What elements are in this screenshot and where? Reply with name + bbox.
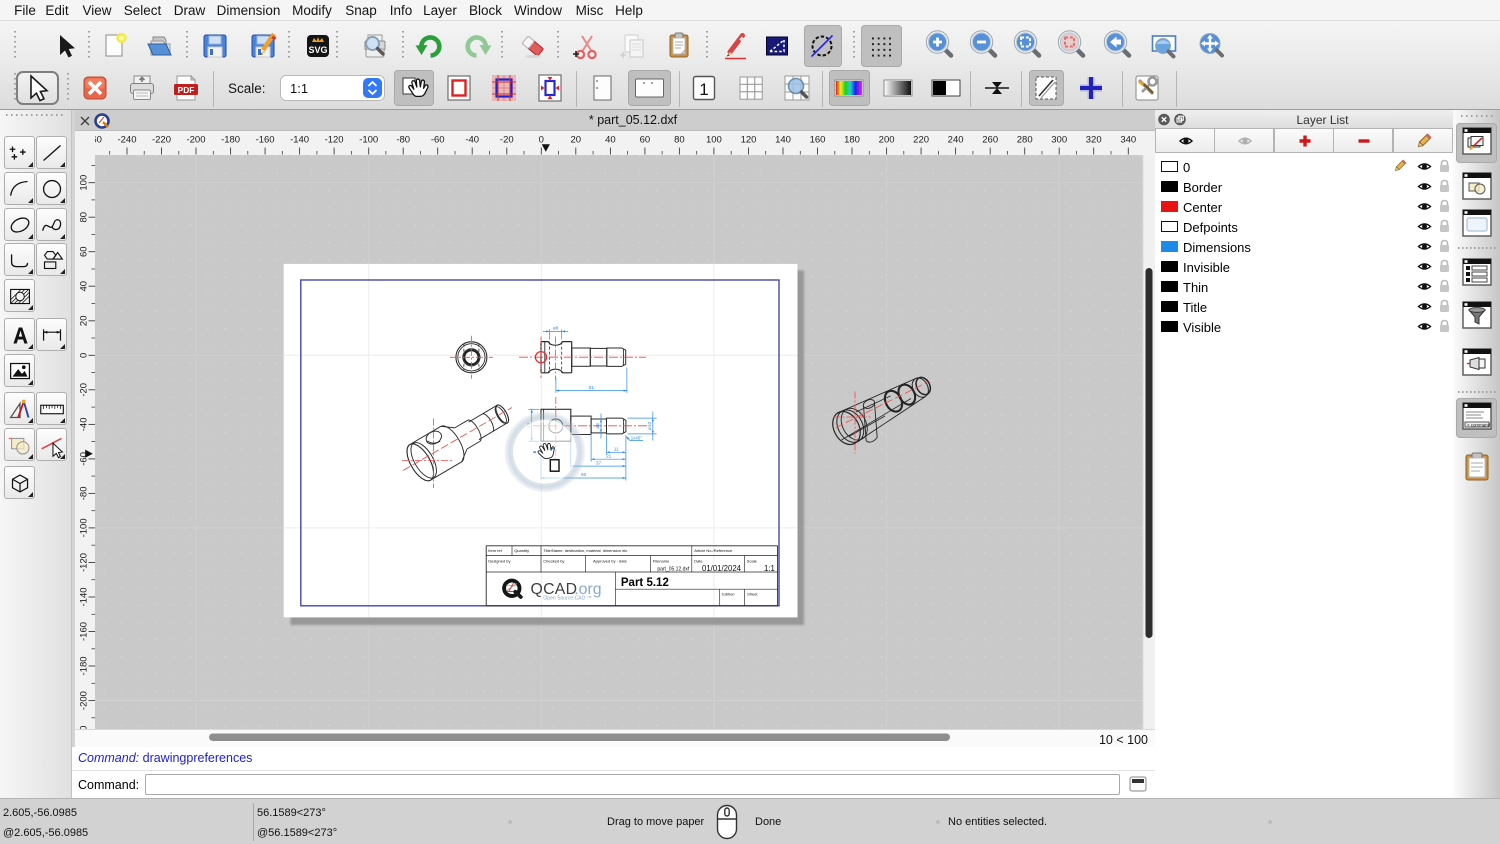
svg-text:-180: -180: [221, 135, 240, 146]
svg-text:1: 1: [699, 80, 708, 99]
svg-text:Scale: Scale: [747, 558, 758, 563]
svg-text:60: 60: [640, 135, 651, 146]
svg-text:Sheet: Sheet: [747, 592, 758, 597]
svg-text:SVG: SVG: [308, 45, 327, 55]
svg-text:Date: Date: [694, 558, 703, 563]
svg-text:ø8: ø8: [553, 325, 559, 331]
svg-text:-100: -100: [359, 135, 378, 146]
svg-text:Quantity: Quantity: [514, 548, 529, 553]
svg-text:Item ref: Item ref: [488, 548, 502, 553]
svg-text:50: 50: [581, 472, 587, 477]
svg-text:-140: -140: [79, 587, 90, 606]
svg-text:-220: -220: [152, 135, 171, 146]
svg-text:Edition: Edition: [722, 592, 734, 597]
svg-text:20: 20: [571, 135, 582, 146]
svg-text:21: 21: [606, 453, 612, 458]
svg-text:20: 20: [79, 316, 90, 327]
svg-text:160: 160: [810, 135, 826, 146]
svg-text:ø9: ø9: [595, 423, 601, 429]
svg-text:260: 260: [982, 135, 998, 146]
svg-text:0: 0: [79, 353, 90, 358]
svg-text:10 < 100: 10 < 100: [1099, 733, 1148, 747]
svg-text:Part 5.12: Part 5.12: [621, 577, 669, 589]
svg-text:-100: -100: [79, 518, 90, 537]
svg-text:60: 60: [79, 246, 90, 257]
svg-text:240: 240: [948, 135, 964, 146]
svg-text:-160: -160: [79, 622, 90, 641]
svg-text:Article No./Reference: Article No./Reference: [694, 548, 733, 553]
svg-text:-20: -20: [79, 383, 90, 397]
svg-text:PDF: PDF: [178, 85, 195, 95]
svg-text:180: 180: [844, 135, 860, 146]
svg-text:-80: -80: [396, 135, 410, 146]
svg-text:-120: -120: [79, 553, 90, 572]
svg-text:320: 320: [1086, 135, 1102, 146]
svg-text:220: 220: [913, 135, 929, 146]
svg-text:37: 37: [596, 460, 602, 465]
svg-text:1x45°: 1x45°: [631, 436, 643, 441]
svg-text:1:1: 1:1: [764, 564, 775, 573]
svg-text:-200: -200: [79, 691, 90, 710]
svg-text:340: 340: [1120, 135, 1136, 146]
svg-text:40: 40: [79, 281, 90, 292]
svg-text:300: 300: [1051, 135, 1067, 146]
svg-text:Open Source CAD ™: Open Source CAD ™: [543, 596, 592, 602]
svg-text:100: 100: [706, 135, 722, 146]
svg-text:200: 200: [879, 135, 895, 146]
svg-text:ø10: ø10: [647, 422, 653, 431]
svg-text:Designed by: Designed by: [488, 558, 510, 563]
svg-text:> command: > command: [1467, 422, 1491, 427]
svg-text:-40: -40: [465, 135, 479, 146]
svg-text:-180: -180: [79, 656, 90, 675]
svg-text:100: 100: [79, 175, 90, 191]
svg-text:11: 11: [614, 446, 619, 451]
svg-text:01/01/2024: 01/01/2024: [702, 564, 742, 573]
svg-text:-40: -40: [79, 418, 90, 432]
svg-text:-160: -160: [256, 135, 275, 146]
svg-text:-120: -120: [325, 135, 344, 146]
svg-text:Title/Name, destination, mater: Title/Name, destination, material, dimen…: [543, 548, 627, 553]
svg-text:-140: -140: [290, 135, 309, 146]
svg-text:120: 120: [741, 135, 757, 146]
svg-text:80: 80: [674, 135, 685, 146]
svg-text:-240: -240: [117, 135, 136, 146]
svg-text:40: 40: [605, 135, 616, 146]
svg-text:-20: -20: [500, 135, 514, 146]
svg-text:-80: -80: [79, 487, 90, 501]
svg-text:Filename: Filename: [653, 558, 670, 563]
svg-text:-60: -60: [431, 135, 445, 146]
svg-text:61: 61: [589, 385, 595, 391]
svg-text:part_05.12.dxf: part_05.12.dxf: [657, 566, 690, 572]
svg-text:0: 0: [539, 135, 544, 146]
svg-text:-200: -200: [186, 135, 205, 146]
svg-text:Approved by - date: Approved by - date: [593, 558, 628, 563]
svg-text:80: 80: [79, 212, 90, 223]
svg-text:Checked by: Checked by: [543, 558, 564, 563]
svg-text:280: 280: [1017, 135, 1033, 146]
svg-text:140: 140: [775, 135, 791, 146]
